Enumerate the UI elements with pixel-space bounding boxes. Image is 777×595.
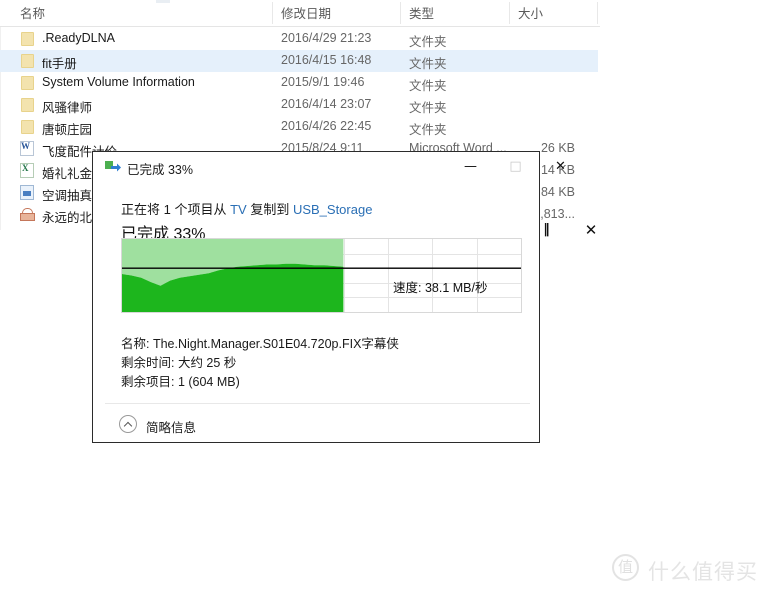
detail-items-remaining: 剩余项目: 1 (604 MB) <box>121 375 240 389</box>
cell-name: fit手册 <box>42 57 77 71</box>
image-file-icon <box>20 185 36 201</box>
minimize-button[interactable]: — <box>448 152 493 182</box>
cell-type: 文件夹 <box>409 79 447 93</box>
folder-icon <box>20 97 36 113</box>
watermark-badge: 值 <box>612 554 639 581</box>
pause-icon: ‖ <box>543 222 550 237</box>
dialog-title: 已完成 33% <box>127 163 193 177</box>
cell-name: 空调抽真 <box>42 189 93 203</box>
detail-file-name: 名称: The.Night.Manager.S01E04.720p.FIX字幕侠 <box>121 337 399 351</box>
copy-file-icon <box>105 161 121 172</box>
archive-file-icon <box>20 207 36 223</box>
excel-document-icon <box>20 163 36 179</box>
close-button[interactable]: ✕ <box>538 152 583 182</box>
column-divider[interactable] <box>509 2 510 24</box>
column-divider[interactable] <box>597 2 598 24</box>
column-header-date[interactable]: 修改日期 <box>281 3 331 22</box>
destination-link[interactable]: USB_Storage <box>293 202 373 217</box>
cell-date: 2016/4/29 21:23 <box>281 31 372 45</box>
column-header-name[interactable]: 名称 <box>20 3 45 22</box>
watermark: 值 什么值得买 <box>612 552 762 584</box>
operation-prefix: 正在将 1 个项目从 <box>121 202 231 217</box>
speed-chart-svg <box>122 239 521 312</box>
cell-type: 文件夹 <box>409 35 447 49</box>
cell-type: 文件夹 <box>409 123 447 137</box>
cell-name: .ReadyDLNA <box>42 31 115 45</box>
cell-type: 文件夹 <box>409 101 447 115</box>
maximize-button[interactable]: □ <box>493 152 538 182</box>
cell-name: System Volume Information <box>42 75 195 89</box>
close-icon: ✕ <box>584 221 598 239</box>
cell-date: 2016/4/15 16:48 <box>281 53 372 67</box>
source-link[interactable]: TV <box>230 202 247 217</box>
table-row[interactable]: 风骚律师 2016/4/14 23:07 文件夹 <box>0 94 598 116</box>
cell-date: 2016/4/14 23:07 <box>281 97 372 111</box>
operation-middle: 复制到 <box>246 202 293 217</box>
word-document-icon <box>20 141 36 157</box>
folder-icon <box>20 119 36 135</box>
cell-date: 2016/4/26 22:45 <box>281 119 372 133</box>
cell-type: 文件夹 <box>409 57 447 71</box>
cell-name: 唐顿庄园 <box>42 123 93 137</box>
transfer-speed-graph <box>121 238 522 313</box>
cell-date: 2015/9/1 19:46 <box>281 75 365 89</box>
less-info-label: 简略信息 <box>146 421 197 435</box>
close-icon: ✕ <box>555 159 566 174</box>
column-header-size[interactable]: 大小 <box>518 3 543 22</box>
maximize-icon: □ <box>509 159 522 174</box>
cancel-transfer-button[interactable]: ✕ <box>578 218 604 244</box>
table-row[interactable]: 唐顿庄园 2016/4/26 22:45 文件夹 <box>0 116 598 138</box>
column-divider[interactable] <box>272 2 273 24</box>
dialog-divider <box>105 403 530 404</box>
table-row[interactable]: .ReadyDLNA 2016/4/29 21:23 文件夹 <box>0 28 598 50</box>
table-row[interactable]: System Volume Information 2015/9/1 19:46 文… <box>0 72 598 94</box>
detail-time-remaining: 剩余时间: 大约 25 秒 <box>121 356 237 370</box>
chevron-up-icon <box>119 415 137 433</box>
column-divider[interactable] <box>400 2 401 24</box>
column-header-row[interactable]: 名称 修改日期 类型 大小 <box>0 0 600 27</box>
folder-icon <box>20 31 36 47</box>
dialog-title-bar[interactable]: 已完成 33% — □ ✕ <box>93 152 566 183</box>
watermark-text: 什么值得买 <box>648 561 758 584</box>
cell-name: 婚礼礼金 <box>42 167 93 181</box>
minimize-icon: — <box>464 159 477 174</box>
copy-progress-dialog[interactable]: 已完成 33% — □ ✕ 正在将 1 个项目从 TV 复制到 USB_Stor… <box>92 151 597 443</box>
sort-indicator <box>156 0 170 3</box>
folder-icon <box>20 53 36 69</box>
operation-description: 正在将 1 个项目从 TV 复制到 USB_Storage <box>121 199 372 218</box>
cell-name: 永远的北 <box>42 211 93 225</box>
folder-icon <box>20 75 36 91</box>
pause-button[interactable]: ‖ <box>533 218 559 244</box>
speed-readout: 速度: 38.1 MB/秒 <box>393 281 488 295</box>
table-row[interactable]: fit手册 2016/4/15 16:48 文件夹 <box>0 50 598 72</box>
cell-name: 风骚律师 <box>42 101 93 115</box>
column-header-type[interactable]: 类型 <box>409 3 434 22</box>
